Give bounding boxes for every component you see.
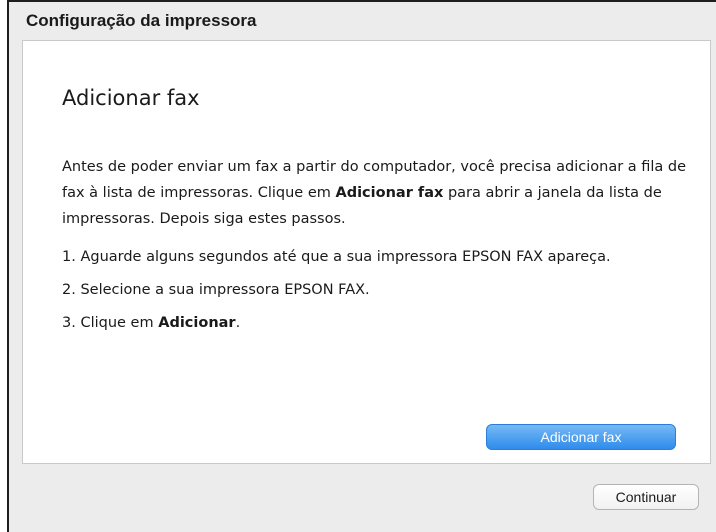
continue-button[interactable]: Continuar: [593, 484, 699, 510]
steps-list: 1. Aguarde alguns segundos até que a sua…: [62, 248, 702, 347]
intro-text-bold: Adicionar fax: [335, 185, 444, 201]
window-title-bar: Configuração da impressora: [9, 2, 716, 40]
printer-setup-window: Configuração da impressora Adicionar fax…: [7, 0, 716, 532]
step-3-bold: Adicionar: [158, 315, 236, 331]
add-fax-panel: Adicionar fax Antes de poder enviar um f…: [22, 40, 711, 464]
intro-paragraph: Antes de poder enviar um fax a partir do…: [62, 154, 702, 232]
step-3-suffix: .: [235, 315, 241, 331]
step-2: 2. Selecione a sua impressora EPSON FAX.: [62, 282, 370, 298]
step-1: 1. Aguarde alguns segundos até que a sua…: [62, 249, 611, 265]
panel-heading: Adicionar fax: [62, 86, 200, 110]
window-title: Configuração da impressora: [26, 11, 257, 30]
step-3: 3. Clique em Adicionar.: [62, 314, 702, 332]
step-3-prefix: 3. Clique em: [62, 315, 159, 331]
add-fax-button[interactable]: Adicionar fax: [486, 424, 676, 450]
